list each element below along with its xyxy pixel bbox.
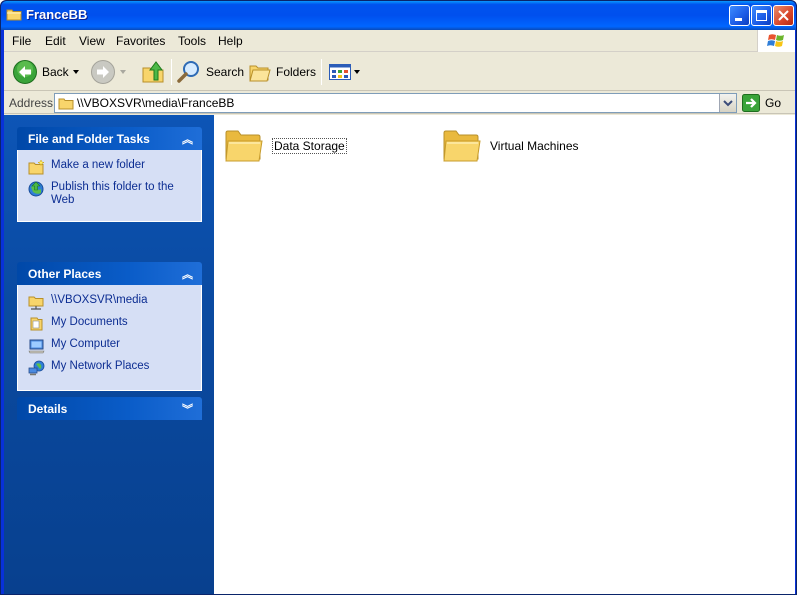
folder-up-icon	[142, 61, 164, 83]
search-icon	[177, 61, 199, 83]
place-label: My Documents	[51, 316, 128, 328]
back-label: Back	[42, 65, 69, 79]
publish-web-icon	[28, 181, 44, 197]
windows-flag-icon	[767, 34, 784, 47]
go-label: Go	[765, 96, 782, 110]
menu-view[interactable]: View	[79, 34, 105, 48]
title-bar[interactable]: FranceBB	[1, 1, 796, 30]
place-label: My Computer	[51, 338, 121, 350]
folders-label: Folders	[276, 65, 317, 79]
my-documents-icon	[30, 317, 43, 331]
folder-icon	[6, 9, 22, 21]
folder-icon	[58, 98, 74, 110]
menu-bar: File Edit View Favorites Tools Help	[4, 30, 795, 52]
details-panel: Details ︾	[17, 397, 202, 420]
folders-button[interactable]: Folders	[248, 53, 316, 91]
address-value: \\VBOXSVR\media\FranceBB	[77, 96, 235, 110]
file-folder-tasks-header[interactable]: File and Folder Tasks ︽	[17, 127, 202, 150]
explorer-window: FranceBB File Edit View Favorites Tools …	[0, 0, 797, 595]
back-button[interactable]: Back	[12, 53, 83, 91]
windows-logo	[757, 30, 795, 52]
task-make-new-folder[interactable]: Make a new folder	[28, 159, 193, 175]
place-my-computer[interactable]: My Computer	[28, 338, 193, 354]
address-label: Address	[9, 96, 54, 110]
file-list-view[interactable]: Data Storage Virtual Machines	[214, 115, 795, 594]
new-folder-icon	[28, 159, 45, 175]
task-label: Make a new folder	[51, 159, 145, 171]
go-arrow-icon	[742, 94, 760, 112]
maximize-icon	[756, 10, 767, 21]
address-input[interactable]: \\VBOXSVR\media\FranceBB	[54, 93, 737, 113]
menu-tools[interactable]: Tools	[178, 34, 206, 48]
forward-arrow-icon	[91, 60, 115, 84]
place-vboxsvr-media[interactable]: \\VBOXSVR\media	[28, 294, 193, 310]
folder-item[interactable]: Data Storage	[224, 127, 347, 165]
other-places-header[interactable]: Other Places ︽	[17, 262, 202, 285]
place-label: \\VBOXSVR\media	[51, 294, 148, 306]
network-places-icon	[28, 360, 45, 376]
collapse-icon[interactable]: ︽	[182, 131, 193, 147]
go-button[interactable]: Go	[742, 93, 781, 113]
panel-title: File and Folder Tasks	[28, 132, 150, 146]
network-folder-icon	[28, 296, 44, 310]
other-places-panel: Other Places ︽ \\VBOXSVR\media My Docume…	[17, 262, 202, 391]
forward-button[interactable]	[90, 53, 130, 91]
minimize-icon	[735, 18, 742, 21]
place-label: My Network Places	[51, 360, 150, 372]
address-dropdown-button[interactable]	[719, 94, 736, 112]
window-title: FranceBB	[26, 7, 88, 22]
maximize-button[interactable]	[751, 5, 772, 26]
minimize-button[interactable]	[729, 5, 750, 26]
file-folder-tasks-body: Make a new folder Publish this folder to…	[17, 150, 202, 222]
menu-favorites[interactable]: Favorites	[116, 34, 165, 48]
toolbar-separator	[321, 59, 322, 85]
folder-name: Data Storage	[272, 138, 347, 154]
close-icon	[778, 10, 789, 21]
place-my-network-places[interactable]: My Network Places	[28, 360, 193, 376]
folders-icon	[249, 65, 271, 82]
task-publish-folder-web[interactable]: Publish this folder to the Web	[28, 181, 193, 207]
address-bar: Address \\VBOXSVR\media\FranceBB Go	[4, 92, 795, 114]
menu-edit[interactable]: Edit	[45, 34, 66, 48]
folder-name: Virtual Machines	[490, 139, 579, 153]
other-places-body: \\VBOXSVR\media My Documents My Computer…	[17, 285, 202, 391]
folder-icon	[443, 130, 481, 162]
folder-item[interactable]: Virtual Machines	[442, 127, 579, 165]
task-label: Publish this folder to the Web	[51, 181, 174, 206]
views-dropdown-icon[interactable]	[352, 67, 362, 77]
search-button[interactable]: Search	[176, 53, 244, 91]
window-client: File Edit View Favorites Tools Help Back…	[4, 30, 795, 594]
chevron-down-icon	[723, 100, 733, 107]
task-pane: File and Folder Tasks ︽ Make a new folde…	[4, 115, 214, 594]
back-arrow-icon	[13, 60, 37, 84]
details-header[interactable]: Details ︾	[17, 397, 202, 420]
place-my-documents[interactable]: My Documents	[28, 316, 193, 332]
views-icon	[329, 64, 351, 80]
close-button[interactable]	[773, 5, 794, 26]
expand-icon[interactable]: ︾	[182, 401, 193, 417]
collapse-icon[interactable]: ︽	[182, 266, 193, 282]
back-dropdown-icon[interactable]	[69, 67, 83, 77]
toolbar: Back Search Folders	[4, 53, 795, 91]
folder-icon	[225, 130, 263, 162]
file-folder-tasks-panel: File and Folder Tasks ︽ Make a new folde…	[17, 127, 202, 222]
search-label: Search	[206, 65, 245, 79]
toolbar-separator	[171, 59, 172, 85]
up-button[interactable]	[140, 53, 166, 91]
menu-file[interactable]: File	[12, 34, 31, 48]
menu-help[interactable]: Help	[218, 34, 243, 48]
panel-title: Other Places	[28, 267, 102, 281]
my-computer-icon	[28, 339, 45, 354]
views-button[interactable]	[328, 53, 362, 91]
panel-title: Details	[28, 402, 68, 416]
forward-dropdown-icon[interactable]	[116, 67, 130, 77]
